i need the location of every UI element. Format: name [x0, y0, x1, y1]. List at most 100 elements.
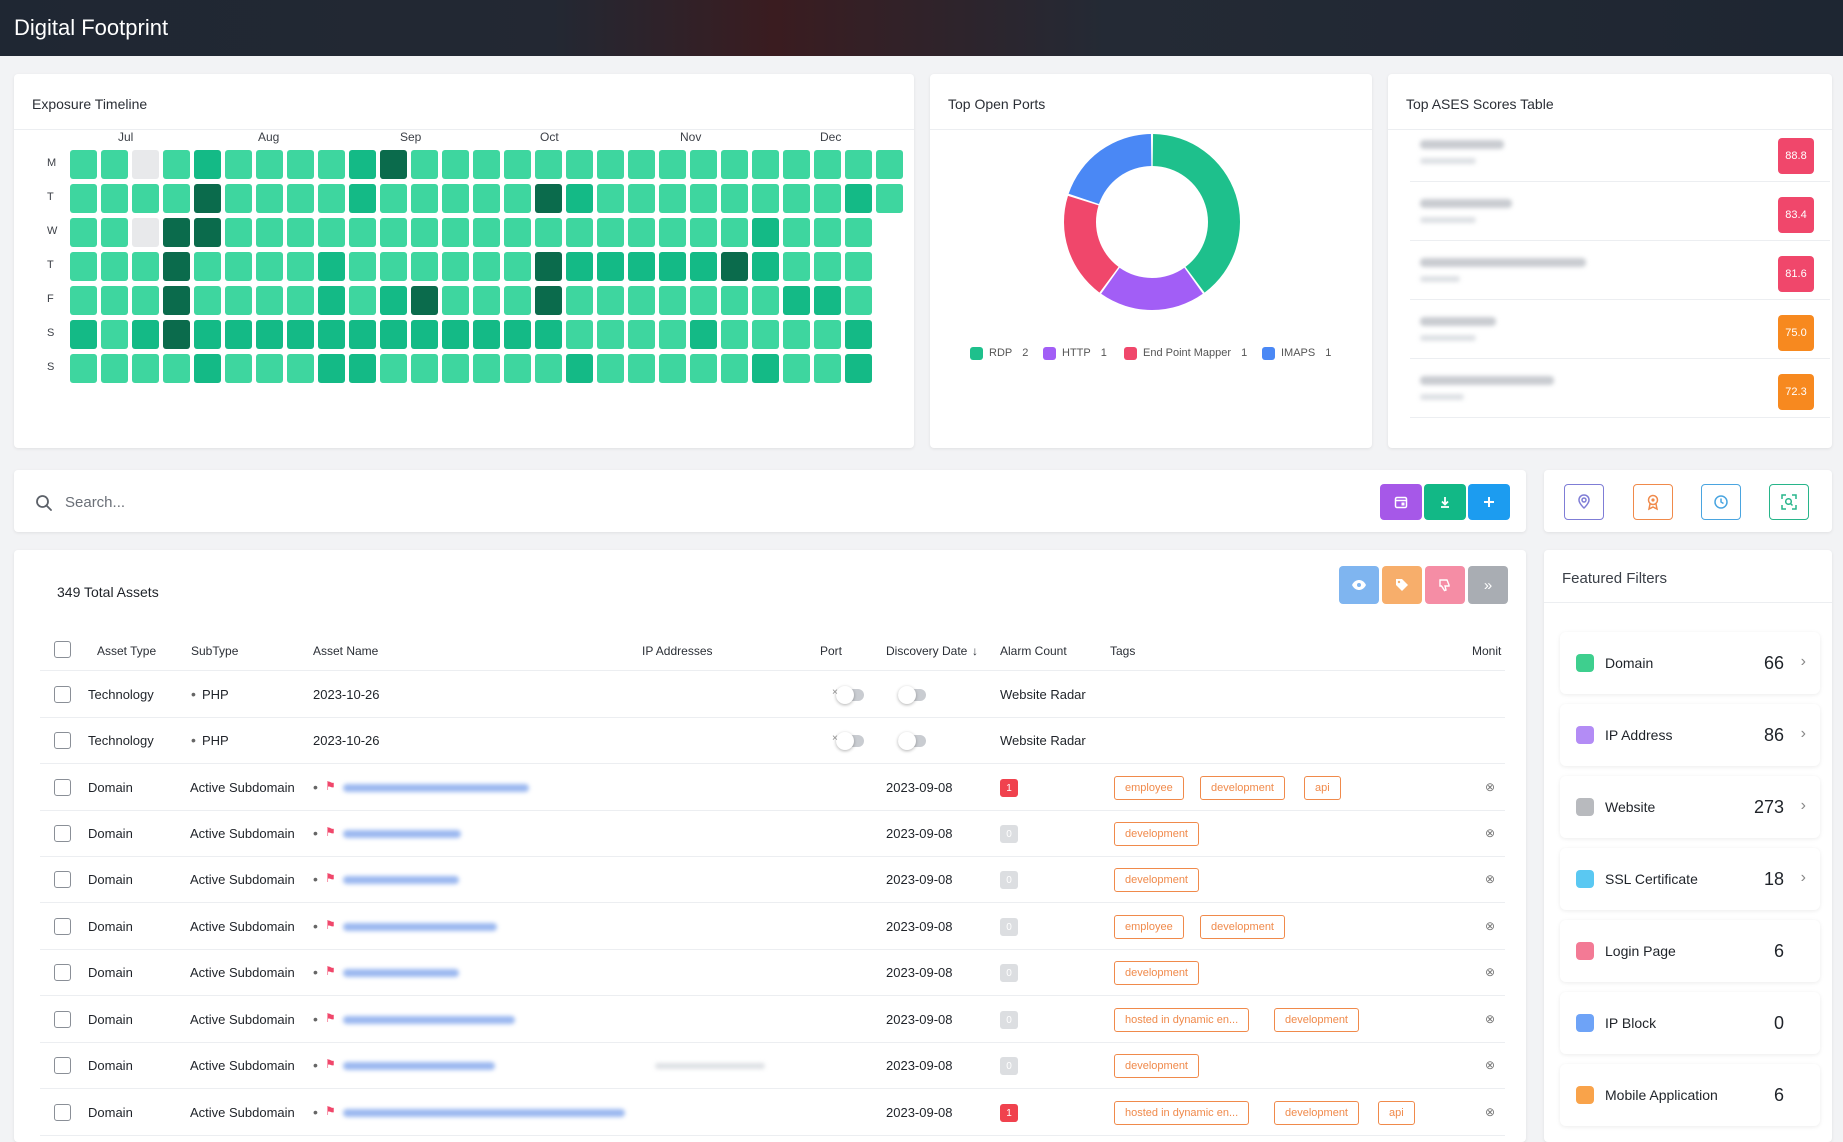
tag-chip[interactable]: employee — [1114, 915, 1184, 939]
row-checkbox[interactable] — [54, 964, 71, 981]
heatmap-cell[interactable] — [101, 354, 128, 383]
heatmap-cell[interactable] — [473, 320, 500, 349]
tag-chip[interactable]: development — [1114, 961, 1199, 985]
heatmap-cell[interactable] — [70, 286, 97, 315]
ases-row[interactable]: 75.0 — [1410, 301, 1830, 359]
heatmap-cell[interactable] — [70, 354, 97, 383]
history-filter-button[interactable] — [1701, 484, 1741, 520]
heatmap-cell[interactable] — [287, 252, 314, 281]
blurred-asset-link[interactable] — [343, 1016, 515, 1024]
ases-row[interactable]: 88.8 — [1410, 124, 1830, 182]
heatmap-cell[interactable] — [597, 150, 624, 179]
column-header-alarm[interactable]: Alarm Count — [1000, 644, 1067, 658]
column-header-port[interactable]: Port — [820, 644, 842, 658]
tag-chip[interactable]: development — [1114, 1054, 1199, 1078]
heatmap-cell[interactable] — [225, 354, 252, 383]
heatmap-cell[interactable] — [721, 150, 748, 179]
heatmap-cell[interactable] — [194, 184, 221, 213]
heatmap-cell[interactable] — [535, 150, 562, 179]
heatmap-cell[interactable] — [287, 286, 314, 315]
heatmap-cell[interactable] — [752, 320, 779, 349]
heatmap-cell[interactable] — [504, 150, 531, 179]
heatmap-cell[interactable] — [597, 320, 624, 349]
heatmap-cell[interactable] — [349, 320, 376, 349]
heatmap-cell[interactable] — [814, 150, 841, 179]
heatmap-cell[interactable] — [721, 286, 748, 315]
blurred-asset-link[interactable] — [343, 876, 459, 884]
heatmap-cell[interactable] — [163, 150, 190, 179]
heatmap-cell[interactable] — [566, 150, 593, 179]
heatmap-cell[interactable] — [566, 354, 593, 383]
heatmap-cell[interactable] — [473, 184, 500, 213]
heatmap-cell[interactable] — [566, 218, 593, 247]
heatmap-cell[interactable] — [101, 184, 128, 213]
heatmap-cell[interactable] — [411, 218, 438, 247]
heatmap-cell[interactable] — [318, 286, 345, 315]
monitor-toggle-icon[interactable]: ⊗ — [1485, 1105, 1495, 1119]
heatmap-cell[interactable] — [783, 252, 810, 281]
heatmap-cell[interactable] — [814, 286, 841, 315]
tag-chip[interactable]: api — [1378, 1101, 1415, 1125]
heatmap-cell[interactable] — [783, 184, 810, 213]
heatmap-cell[interactable] — [163, 184, 190, 213]
heatmap-cell[interactable] — [473, 218, 500, 247]
heatmap-cell[interactable] — [690, 218, 717, 247]
heatmap-cell[interactable] — [845, 150, 872, 179]
heatmap-cell[interactable] — [411, 286, 438, 315]
port-toggle[interactable] — [836, 686, 864, 704]
filter-login-page[interactable]: Login Page 6 — [1560, 920, 1820, 982]
heatmap-cell[interactable] — [225, 286, 252, 315]
heatmap-cell[interactable] — [287, 320, 314, 349]
heatmap-cell[interactable] — [783, 150, 810, 179]
certificate-filter-button[interactable] — [1633, 484, 1673, 520]
heatmap-cell[interactable] — [628, 286, 655, 315]
heatmap-cell[interactable] — [349, 252, 376, 281]
heatmap-cell[interactable] — [287, 150, 314, 179]
heatmap-cell[interactable] — [628, 354, 655, 383]
heatmap-cell[interactable] — [721, 354, 748, 383]
heatmap-cell[interactable] — [535, 218, 562, 247]
donut-slice-rdp[interactable] — [1152, 134, 1240, 293]
heatmap-cell[interactable] — [163, 286, 190, 315]
heatmap-cell[interactable] — [783, 354, 810, 383]
heatmap-cell[interactable] — [473, 150, 500, 179]
heatmap-cell[interactable] — [845, 354, 872, 383]
monitor-toggle-icon[interactable]: ⊗ — [1485, 1058, 1495, 1072]
heatmap-cell[interactable] — [690, 252, 717, 281]
heatmap-cell[interactable] — [380, 218, 407, 247]
heatmap-cell[interactable] — [752, 286, 779, 315]
heatmap-cell[interactable] — [504, 218, 531, 247]
filter-mobile-application[interactable]: Mobile Application 6 — [1560, 1064, 1820, 1126]
heatmap-cell[interactable] — [845, 184, 872, 213]
heatmap-cell[interactable] — [225, 218, 252, 247]
heatmap-cell[interactable] — [597, 218, 624, 247]
tag-chip[interactable]: development — [1114, 868, 1199, 892]
filter-ssl-certificate[interactable]: SSL Certificate 18 › — [1560, 848, 1820, 910]
column-header-asset-name[interactable]: Asset Name — [313, 644, 378, 658]
heatmap-cell[interactable] — [380, 184, 407, 213]
heatmap-cell[interactable] — [101, 252, 128, 281]
heatmap-cell[interactable] — [70, 320, 97, 349]
heatmap-cell[interactable] — [380, 286, 407, 315]
heatmap-cell[interactable] — [318, 184, 345, 213]
blurred-asset-link[interactable] — [343, 1062, 495, 1070]
blurred-asset-link[interactable] — [343, 784, 529, 792]
heatmap-cell[interactable] — [194, 320, 221, 349]
tag-chip[interactable]: development — [1274, 1101, 1359, 1125]
blurred-asset-link[interactable] — [343, 969, 459, 977]
dislike-button[interactable] — [1425, 566, 1465, 604]
heatmap-cell[interactable] — [256, 218, 283, 247]
heatmap-cell[interactable] — [287, 354, 314, 383]
heatmap-cell[interactable] — [442, 286, 469, 315]
column-header-asset-type[interactable]: Asset Type — [97, 644, 156, 658]
heatmap-cell[interactable] — [566, 320, 593, 349]
heatmap-cell[interactable] — [845, 218, 872, 247]
heatmap-cell[interactable] — [318, 252, 345, 281]
row-checkbox[interactable] — [54, 1011, 71, 1028]
heatmap-cell[interactable] — [411, 252, 438, 281]
heatmap-cell[interactable] — [876, 150, 903, 179]
heatmap-cell[interactable] — [318, 218, 345, 247]
row-checkbox[interactable] — [54, 1057, 71, 1074]
row-checkbox[interactable] — [54, 871, 71, 888]
add-button[interactable] — [1468, 484, 1510, 520]
